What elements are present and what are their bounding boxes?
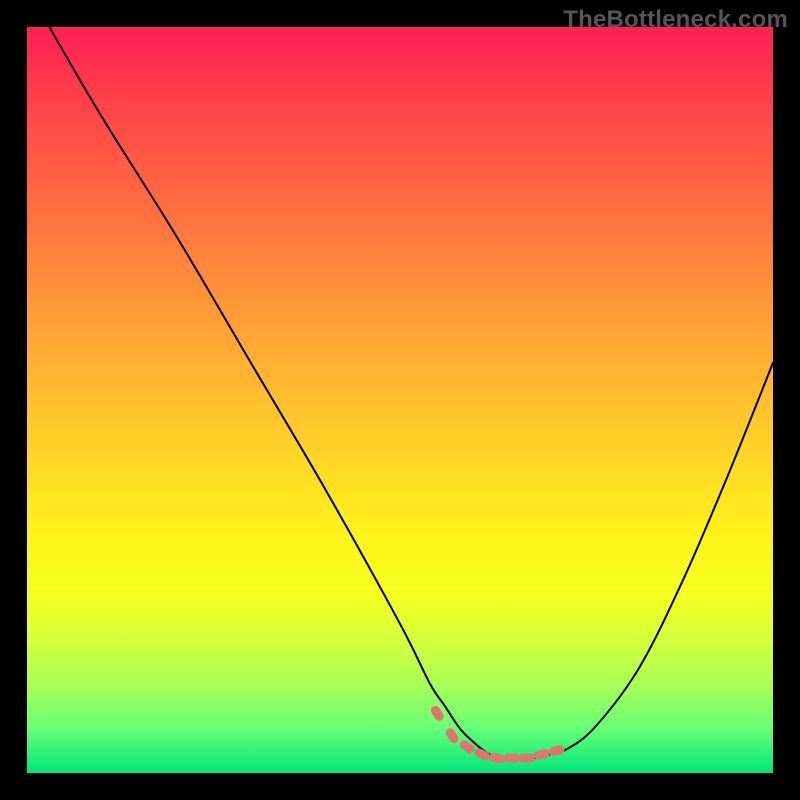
marker-dash [488,752,506,765]
chart-svg [27,27,773,773]
chart-frame: TheBottleneck.com [0,0,800,800]
marker-dash [519,754,535,763]
bottleneck-curve [49,27,773,758]
marker-dash [444,727,460,745]
marker-dash [504,754,520,763]
marker-dash [429,704,445,722]
